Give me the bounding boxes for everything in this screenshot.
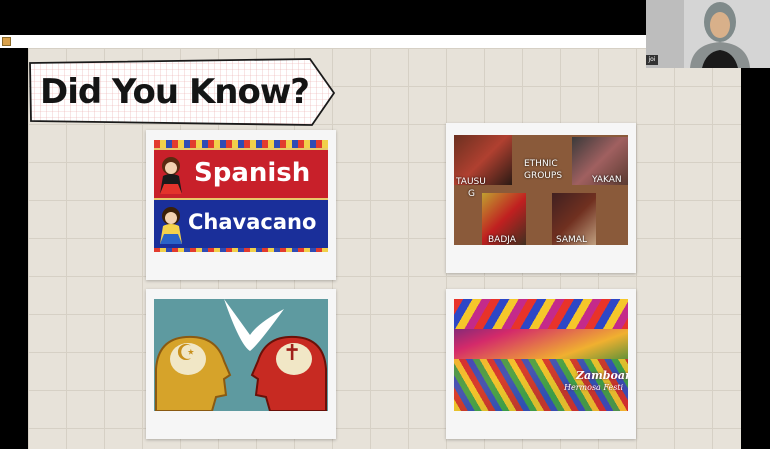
festival-card: Zamboan Hermosa Festi bbox=[446, 289, 636, 439]
religion-card: ☪ ✝ bbox=[146, 289, 336, 439]
spanish-bar: Spanish bbox=[154, 150, 328, 198]
badjao-label: BADJA bbox=[488, 235, 516, 245]
festival-caption-2: Hermosa Festi bbox=[564, 383, 624, 392]
festival-caption-1: Zamboan bbox=[576, 369, 628, 382]
slide-title: Did You Know? bbox=[40, 72, 310, 112]
pattern-strip bbox=[154, 140, 328, 148]
crescent-star-icon: ☪ bbox=[176, 341, 196, 366]
participant-name-tag: joi bbox=[646, 55, 658, 65]
pattern-strip-bottom bbox=[154, 248, 328, 252]
tausug-label-1: TAUSU bbox=[456, 177, 486, 187]
yakan-label: YAKAN bbox=[592, 175, 622, 185]
participant-avatar bbox=[646, 0, 770, 68]
language-image: Spanish Chavacano bbox=[154, 140, 328, 252]
spanish-girl-icon bbox=[160, 157, 182, 194]
festival-banners bbox=[454, 299, 628, 329]
language-card: Spanish Chavacano bbox=[146, 130, 336, 280]
left-black-margin bbox=[0, 48, 28, 449]
chavacano-label: Chavacano bbox=[188, 210, 317, 234]
spanish-label: Spanish bbox=[194, 158, 311, 188]
ethnic-groups-card: ETHNIC GROUPS TAUSU G YAKAN BADJA SAMAL bbox=[446, 123, 636, 273]
presentation-strip bbox=[0, 35, 646, 48]
webcam-video bbox=[646, 0, 770, 68]
chavacano-girl-icon bbox=[160, 207, 182, 244]
cross-icon: ✝ bbox=[283, 341, 302, 366]
right-black-margin bbox=[741, 48, 770, 449]
samal-label: SAMAL bbox=[556, 235, 587, 245]
tausug-label-2: G bbox=[468, 189, 475, 199]
ethnic-groups-image: ETHNIC GROUPS TAUSU G YAKAN BADJA SAMAL bbox=[454, 135, 628, 245]
slide-icon[interactable] bbox=[2, 37, 11, 46]
chavacano-bar: Chavacano bbox=[154, 200, 328, 248]
festival-image: Zamboan Hermosa Festi bbox=[454, 299, 628, 411]
religion-image: ☪ ✝ bbox=[154, 299, 328, 411]
ethnic-heading-2: GROUPS bbox=[524, 171, 563, 181]
ethnic-heading-1: ETHNIC bbox=[524, 159, 558, 169]
